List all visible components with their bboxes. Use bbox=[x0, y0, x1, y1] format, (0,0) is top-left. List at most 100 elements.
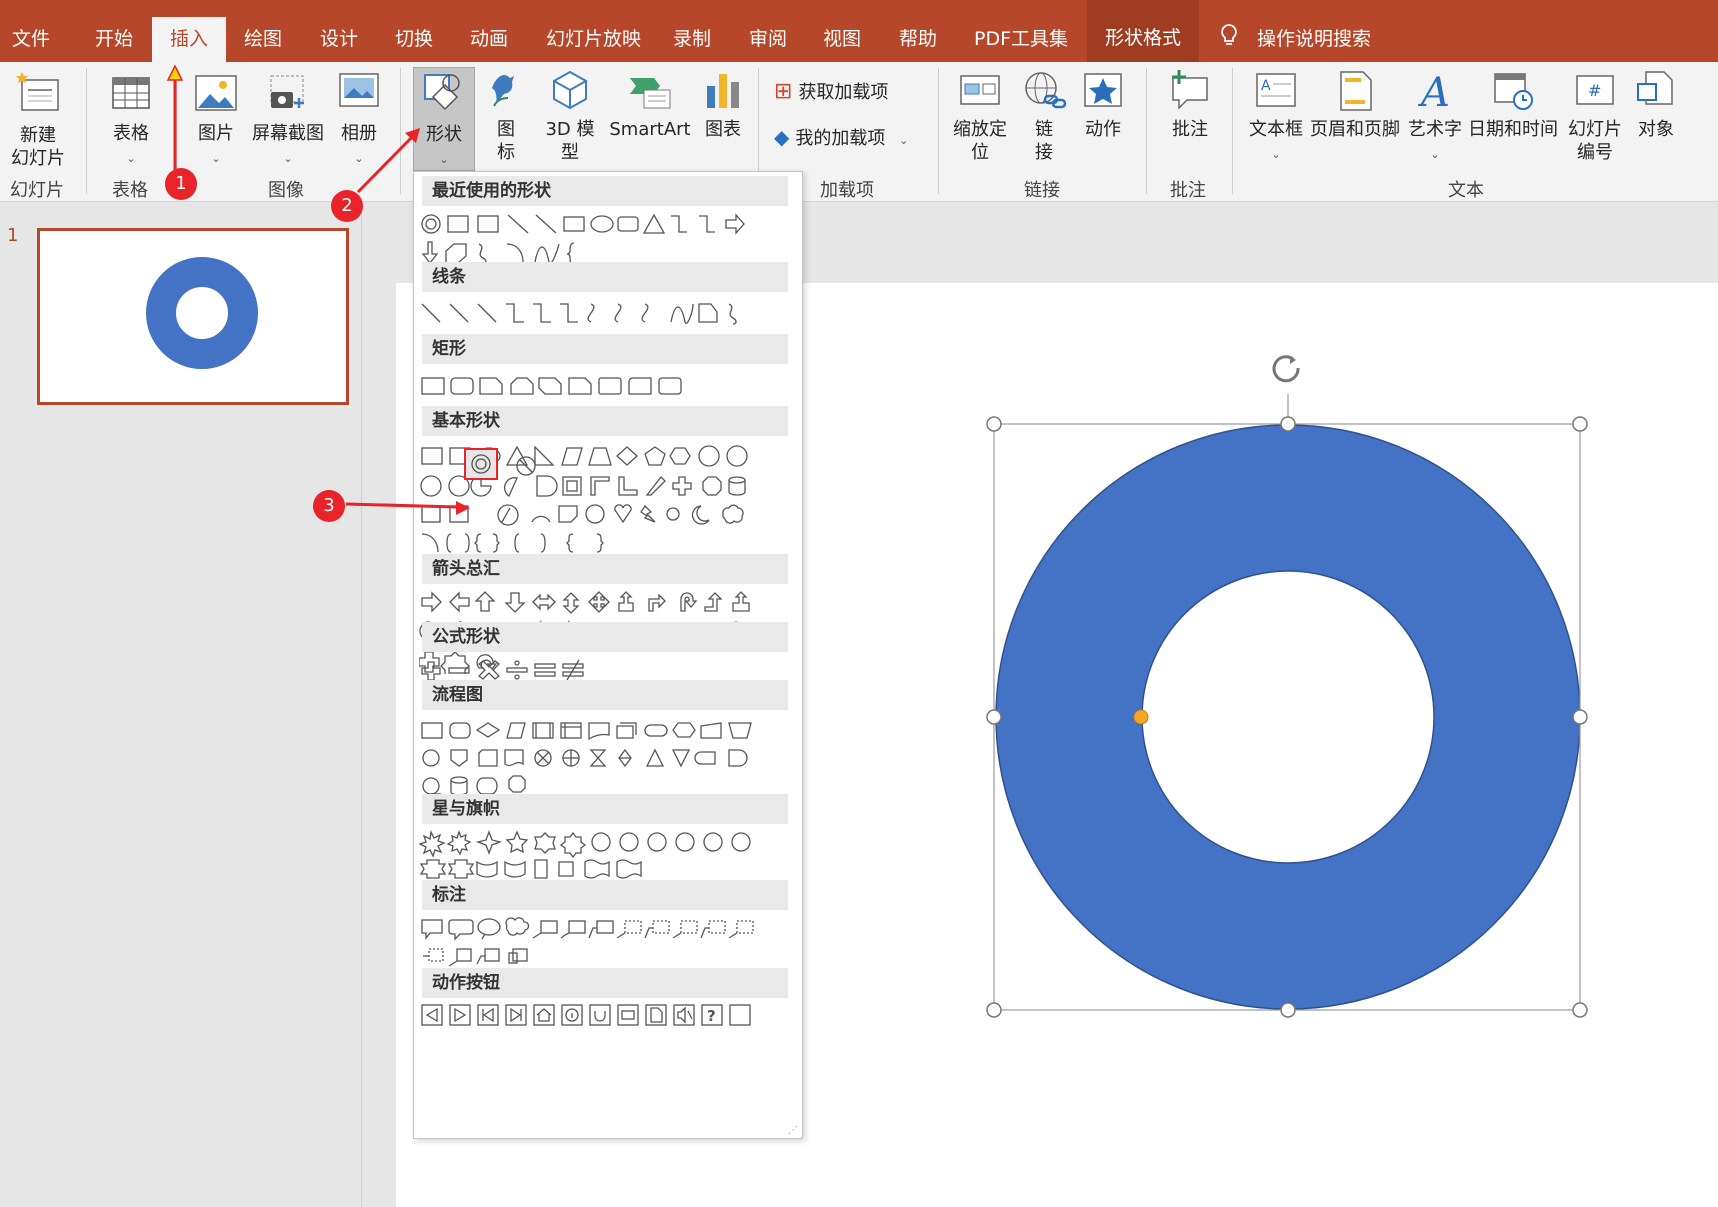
tab-help[interactable]: 帮助 bbox=[899, 22, 937, 56]
tab-shape-format[interactable]: 形状格式 bbox=[1087, 0, 1200, 62]
group-label-comments: 批注 bbox=[1170, 180, 1206, 201]
object-icon bbox=[1637, 71, 1673, 105]
resize-grip-icon[interactable]: ⋰ bbox=[788, 1125, 798, 1136]
wordart-icon: A bbox=[1417, 70, 1450, 112]
stars-banners-rows[interactable] bbox=[419, 830, 789, 879]
photo-album-button[interactable]: 相册 ⌄ bbox=[334, 68, 384, 170]
tell-me-search[interactable]: 操作说明搜索 bbox=[1257, 22, 1371, 56]
group-label-tables: 表格 bbox=[112, 180, 148, 201]
action-button[interactable]: 动作 bbox=[1080, 68, 1126, 141]
zoom-icon bbox=[960, 75, 1000, 105]
comment-button[interactable]: 批注 bbox=[1164, 68, 1216, 141]
ribbon-separator bbox=[1232, 68, 1233, 194]
store-icon: ⊞ bbox=[774, 79, 793, 104]
group-label-slides: 幻灯片 bbox=[10, 180, 64, 201]
slide-thumbnail[interactable] bbox=[37, 228, 349, 405]
link-button[interactable]: 链 接 bbox=[1020, 68, 1068, 164]
tab-design[interactable]: 设计 bbox=[320, 22, 358, 56]
section-action-buttons: 动作按钮 bbox=[422, 968, 788, 998]
shapes-button[interactable]: 形状 ⌄ bbox=[413, 67, 475, 171]
new-slide-icon bbox=[16, 72, 59, 111]
tab-transitions[interactable]: 切换 bbox=[395, 22, 433, 56]
annotation-badge-3: 3 bbox=[313, 490, 345, 522]
no-symbol-shape-option[interactable] bbox=[512, 452, 540, 480]
screenshot-button[interactable]: 屏幕截图 ⌄ bbox=[248, 68, 328, 170]
header-footer-icon bbox=[1340, 71, 1372, 111]
tab-review[interactable]: 审阅 bbox=[749, 22, 787, 56]
my-addins-label: 我的加载项 bbox=[795, 128, 886, 149]
table-label: 表格 bbox=[113, 123, 149, 144]
powerpoint-window: { "menu": { "items": ["文件", "开始", "插入", … bbox=[0, 0, 1718, 1207]
ribbon: 新建 幻灯片 表格 ⌄ 图片 ⌄ 屏幕截图 ⌄ 相册 ⌄ 形状 ⌄ 图 标 3D 模 型 bbox=[0, 62, 1718, 202]
shapes-dropdown: 最近使用的形状 线条 矩形 基本形状 箭头总汇 公式形状 流程图 星与旗帜 标注… bbox=[413, 171, 803, 1139]
action-star-icon bbox=[1084, 73, 1122, 107]
date-time-button[interactable]: 日期和时间 bbox=[1466, 68, 1560, 141]
textbox-button[interactable]: A 文本框 ⌄ bbox=[1246, 68, 1306, 166]
chart-button[interactable]: 图表 bbox=[696, 68, 750, 141]
svg-text:A: A bbox=[1261, 78, 1271, 94]
chart-label: 图表 bbox=[705, 119, 741, 140]
flowchart-rows[interactable] bbox=[419, 718, 789, 796]
picture-icon bbox=[195, 75, 237, 111]
tab-pdf-tools[interactable]: PDF工具集 bbox=[974, 22, 1068, 56]
action-buttons-row[interactable]: ? bbox=[419, 1002, 789, 1030]
group-label-links: 链接 bbox=[1024, 180, 1060, 201]
ribbon-separator bbox=[938, 68, 939, 194]
header-footer-button[interactable]: 页眉和页脚 bbox=[1308, 68, 1402, 141]
addin-cube-icon: ◆ bbox=[774, 125, 790, 149]
icons-button[interactable]: 图 标 bbox=[482, 68, 530, 164]
picture-button[interactable]: 图片 ⌄ bbox=[190, 68, 242, 170]
textbox-icon: A bbox=[1256, 73, 1296, 107]
tab-view[interactable]: 视图 bbox=[823, 22, 861, 56]
shapes-label: 形状 bbox=[426, 124, 462, 145]
slide-number-button[interactable]: # 幻灯片 编号 bbox=[1564, 68, 1626, 164]
slide-number: 1 bbox=[7, 225, 19, 246]
donut-icon bbox=[471, 454, 491, 474]
my-addins-button[interactable]: ◆ 我的加载项 ⌄ bbox=[774, 126, 908, 152]
wordart-button[interactable]: A 艺术字 ⌄ bbox=[1406, 68, 1464, 166]
get-addins-button[interactable]: ⊞ 获取加载项 bbox=[774, 80, 888, 104]
object-button[interactable]: 对象 bbox=[1630, 68, 1682, 141]
header-footer-label: 页眉和页脚 bbox=[1310, 119, 1400, 140]
tab-insert[interactable]: 插入 bbox=[152, 17, 227, 62]
tab-file[interactable]: 文件 bbox=[12, 22, 50, 56]
object-label: 对象 bbox=[1638, 119, 1674, 140]
table-button[interactable]: 表格 ⌄ bbox=[100, 68, 162, 170]
tab-home[interactable]: 开始 bbox=[95, 22, 133, 56]
lines-row[interactable] bbox=[419, 300, 789, 328]
annotation-badge-1: 1 bbox=[165, 168, 197, 200]
section-stars-banners: 星与旗帜 bbox=[422, 794, 788, 824]
recent-shapes-row[interactable] bbox=[419, 212, 789, 266]
link-label: 链 接 bbox=[1035, 119, 1053, 163]
donut-shape-option[interactable] bbox=[464, 448, 498, 480]
smartart-button[interactable]: SmartArt bbox=[602, 68, 698, 141]
tab-animations[interactable]: 动画 bbox=[470, 22, 508, 56]
svg-text:?: ? bbox=[707, 1007, 716, 1025]
menu-bar: 文件 开始 插入 绘图 设计 切换 动画 幻灯片放映 录制 审阅 视图 帮助 P… bbox=[0, 0, 1718, 62]
icons-label: 图 标 bbox=[497, 119, 515, 163]
section-basic-shapes: 基本形状 bbox=[422, 406, 788, 436]
smartart-icon bbox=[630, 78, 671, 109]
section-callouts: 标注 bbox=[422, 880, 788, 910]
tab-record[interactable]: 录制 bbox=[673, 22, 711, 56]
tab-draw[interactable]: 绘图 bbox=[244, 22, 282, 56]
callouts-rows[interactable] bbox=[419, 916, 789, 967]
rectangles-row[interactable] bbox=[419, 372, 789, 400]
screenshot-icon bbox=[270, 75, 304, 108]
icons-icon bbox=[492, 75, 514, 107]
zoom-button[interactable]: 缩放定 位 bbox=[948, 68, 1012, 164]
new-slide-label: 新建 幻灯片 bbox=[11, 125, 65, 169]
photo-album-label: 相册 bbox=[341, 123, 377, 144]
get-addins-label: 获取加载项 bbox=[798, 82, 889, 103]
new-slide-button[interactable]: 新建 幻灯片 bbox=[2, 68, 74, 170]
section-lines: 线条 bbox=[422, 262, 788, 292]
section-block-arrows: 箭头总汇 bbox=[422, 554, 788, 584]
photo-album-icon bbox=[339, 73, 379, 107]
comment-label: 批注 bbox=[1172, 119, 1208, 140]
tab-slideshow[interactable]: 幻灯片放映 bbox=[546, 22, 641, 56]
3d-model-button[interactable]: 3D 模 型 bbox=[540, 68, 600, 164]
block-arrows-rows[interactable] bbox=[419, 590, 789, 674]
shapes-icon bbox=[424, 74, 460, 111]
group-label-text: 文本 bbox=[1448, 180, 1484, 201]
slide-number-icon: # bbox=[1576, 75, 1614, 105]
